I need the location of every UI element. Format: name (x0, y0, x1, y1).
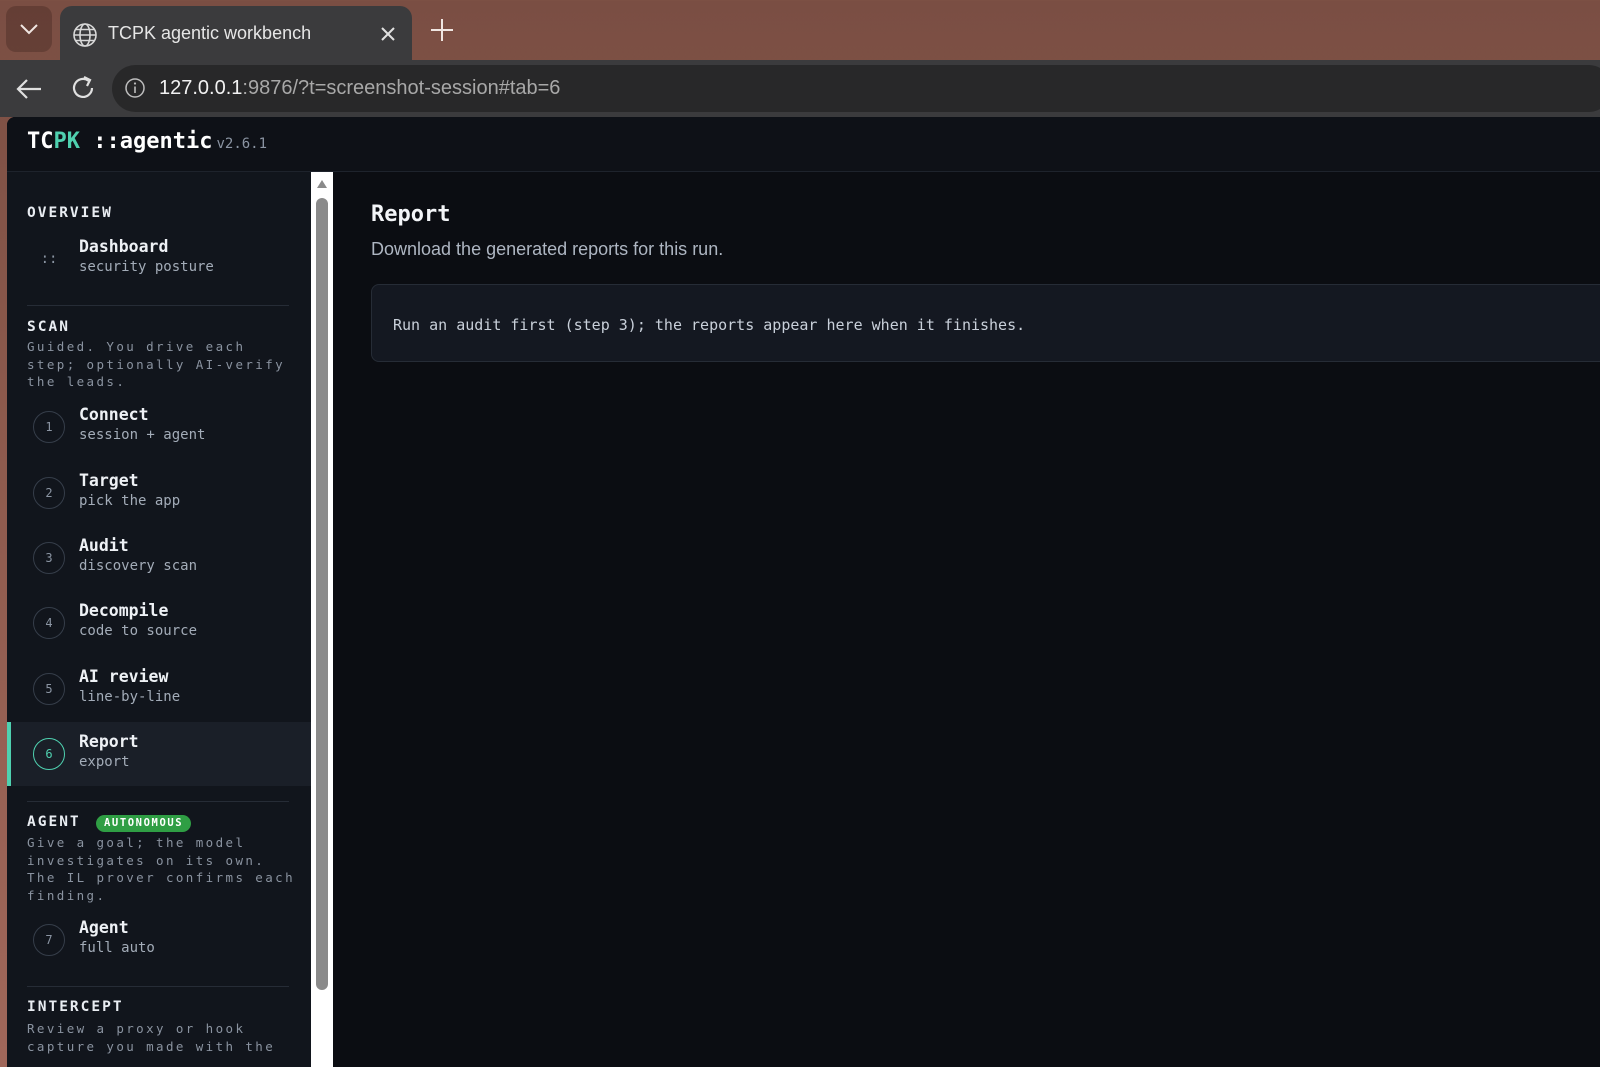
close-icon[interactable] (378, 24, 398, 44)
sidebar-item-sublabel: code to source (79, 623, 198, 639)
section-heading-intercept: INTERCEPT (27, 999, 124, 1015)
sidebar-item-dashboard[interactable]: :: Dashboard security posture (7, 227, 311, 291)
step-number: 5 (33, 673, 65, 705)
tab-title: TCPK agentic workbench (108, 23, 312, 43)
section-desc-intercept: Review a proxy or hook capture you made … (27, 1021, 276, 1054)
sidebar-item-agent[interactable]: 7 Agent full auto (7, 908, 311, 972)
tab-list-button[interactable] (6, 6, 52, 52)
scrollbar-thumb[interactable] (316, 198, 328, 990)
sidebar-item-sublabel: full auto (79, 940, 155, 956)
page-title: Report (371, 202, 451, 227)
dashboard-icon: :: (40, 251, 58, 267)
sidebar-item-sublabel: session + agent (79, 427, 206, 443)
step-number: 6 (33, 738, 65, 770)
notice-message: Run an audit first (step 3); the reports… (393, 316, 1026, 334)
address-bar[interactable]: 127.0.0.1:9876/?t=screenshot-session#tab… (112, 65, 1600, 112)
url-host: 127.0.0.1 (159, 77, 243, 99)
version-label: v2.6.1 (216, 136, 268, 152)
section-heading-overview: OVERVIEW (27, 205, 113, 221)
scroll-up-arrow-icon[interactable] (316, 179, 328, 189)
plus-icon[interactable] (428, 16, 456, 44)
sidebar-item-label: Decompile (79, 601, 169, 620)
brand-suffix: ::agentic (93, 129, 213, 154)
sidebar-scrollbar[interactable] (311, 172, 333, 1067)
brand-pk: PK (53, 129, 81, 154)
autonomous-badge: AUTONOMOUS (96, 815, 192, 832)
sidebar: OVERVIEW :: Dashboard security posture S… (7, 172, 311, 1067)
section-divider (27, 801, 289, 802)
sidebar-item-label: Dashboard (79, 237, 169, 256)
app-header: TCPK ::agentic v2.6.1 (7, 117, 1600, 172)
brand-logo[interactable]: TCPK ::agentic v2.6.1 (27, 129, 267, 154)
sidebar-item-connect[interactable]: 1 Connect session + agent (7, 395, 311, 459)
info-icon[interactable] (124, 77, 146, 99)
sidebar-item-ai-review[interactable]: 5 AI review line-by-line (7, 657, 311, 721)
browser-toolbar: 127.0.0.1:9876/?t=screenshot-session#tab… (0, 60, 1600, 117)
section-desc-agent: Give a goal; the model investigates on i… (27, 835, 295, 903)
step-number: 4 (33, 607, 65, 639)
brand-tc: TC (27, 129, 54, 154)
sidebar-item-sublabel: export (79, 754, 130, 770)
globe-icon (73, 23, 97, 47)
step-number: 2 (33, 477, 65, 509)
sidebar-item-sublabel: pick the app (79, 493, 181, 509)
browser-tabstrip: TCPK agentic workbench (0, 0, 1600, 60)
sidebar-item-sublabel: line-by-line (79, 689, 181, 705)
section-divider (27, 986, 289, 987)
sidebar-item-label: Agent (79, 918, 129, 937)
sidebar-item-label: Report (79, 732, 139, 751)
step-number: 1 (33, 411, 65, 443)
page-subtitle: Download the generated reports for this … (371, 239, 724, 259)
sidebar-item-target[interactable]: 2 Target pick the app (7, 461, 311, 525)
sidebar-item-audit[interactable]: 3 Audit discovery scan (7, 526, 311, 590)
step-number: 3 (33, 542, 65, 574)
empty-state-notice: Run an audit first (step 3); the reports… (371, 284, 1600, 362)
reload-icon[interactable] (68, 73, 98, 103)
sidebar-item-label: Audit (79, 536, 129, 555)
main-content: Report Download the generated reports fo… (333, 172, 1600, 1067)
sidebar-item-sublabel: security posture (79, 259, 214, 275)
sidebar-item-decompile[interactable]: 4 Decompile code to source (7, 591, 311, 655)
url-text: 127.0.0.1:9876/?t=screenshot-session#tab… (159, 77, 560, 100)
section-desc-scan: Guided. You drive each step; optionally … (27, 339, 286, 389)
sidebar-item-label: AI review (79, 667, 169, 686)
browser-tab[interactable]: TCPK agentic workbench (60, 6, 412, 60)
chevron-down-icon (20, 24, 38, 35)
section-divider (27, 305, 289, 306)
section-heading-scan: SCAN (27, 319, 70, 335)
url-path: :9876/?t=screenshot-session#tab=6 (242, 77, 561, 99)
back-arrow-icon[interactable] (14, 74, 44, 104)
sidebar-item-sublabel: discovery scan (79, 558, 198, 574)
sidebar-item-label: Connect (79, 405, 149, 424)
sidebar-item-report[interactable]: 6 Report export (7, 722, 311, 786)
step-number: 7 (33, 924, 65, 956)
section-heading-agent: AGENT (27, 814, 81, 830)
app-window: TCPK ::agentic v2.6.1 OVERVIEW :: Dashboa… (7, 117, 1600, 1067)
sidebar-item-label: Target (79, 471, 139, 490)
